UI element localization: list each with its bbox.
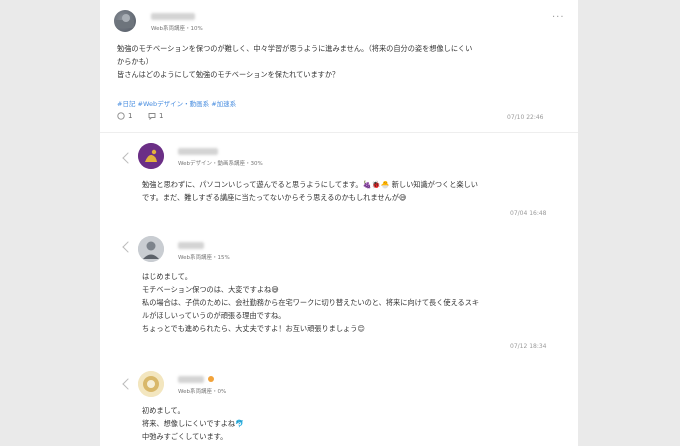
reply-3-avatar[interactable] bbox=[138, 371, 164, 397]
reply-2-collapse-icon[interactable] bbox=[122, 241, 134, 253]
reply-2-body-line-5: ちょっとでも進められたら、大丈夫ですよ！お互い頑張りましょう😊 bbox=[142, 324, 365, 333]
comment-count: 1 bbox=[159, 112, 164, 120]
post-timestamp: 07/10 22:46 bbox=[507, 114, 544, 121]
reply-1-author-course: Webデザイン・動画系講座・30% bbox=[178, 161, 263, 167]
post-body-line-2: からかも） bbox=[117, 57, 153, 66]
reply-1-body-line-1: 勉強と思わずに、パソコンいじって遊んでると思うようにしてます。🍇🐞🐣 新しい知識… bbox=[142, 180, 478, 189]
user-photo-icon bbox=[116, 14, 134, 28]
reply-1-body-line-2: です。まだ、難しすぎる講座に当たってないからそう思えるのかもしれませんが😅 bbox=[142, 193, 407, 202]
reply-3-author-course: Web系両講座・0% bbox=[178, 389, 227, 395]
food-avatar-icon bbox=[138, 371, 164, 397]
reply-1-timestamp: 07/04 16:48 bbox=[510, 210, 547, 217]
reply-3-author-name[interactable] bbox=[178, 376, 204, 383]
reply-2-body-line-2: モチベーション保つのは、大変ですよね😅 bbox=[142, 285, 279, 294]
reply-1-collapse-icon[interactable] bbox=[122, 152, 134, 164]
post-card: Web系両講座・10% ··· 勉強のモチベーションを保つのが難しく、中々学習が… bbox=[100, 0, 578, 446]
like-count: 1 bbox=[128, 112, 133, 120]
like-button[interactable]: 1 bbox=[117, 112, 132, 120]
reply-2-body-line-4: ルがほしいっていうのが頑張る理由ですね。 bbox=[142, 311, 286, 320]
comment-button[interactable]: 1 bbox=[148, 112, 163, 120]
reply-2-avatar[interactable] bbox=[138, 236, 164, 262]
reply-3-body-line-3: 中弛みすごくしています。 bbox=[142, 432, 228, 441]
page-background: Web系両講座・10% ··· 勉強のモチベーションを保つのが難しく、中々学習が… bbox=[0, 0, 680, 446]
reply-2-body-line-3: 私の場合は、子供のために、会社勤務から在宅ワークに切り替えたいのと、将来に向けて… bbox=[142, 298, 480, 307]
post-author-avatar[interactable] bbox=[114, 10, 136, 32]
post-author-course: Web系両講座・10% bbox=[151, 26, 203, 32]
status-dot-icon bbox=[208, 376, 214, 382]
reply-3-collapse-icon[interactable] bbox=[122, 378, 134, 390]
reply-3-body-line-2: 将来、想像しにくいですよね🐬 bbox=[142, 419, 245, 428]
reply-1-avatar[interactable] bbox=[138, 143, 164, 169]
reply-3-body-line-1: 初めまして。 bbox=[142, 406, 185, 415]
like-icon bbox=[117, 112, 125, 120]
cat-avatar-icon bbox=[138, 143, 164, 169]
post-body-line-3: 皆さんはどのようにして勉強のモチベーションを保たれていますか？ bbox=[117, 70, 340, 79]
post-tags[interactable]: #日記 #Webデザイン・動画系 #加速系 bbox=[117, 98, 236, 108]
post-author-name[interactable] bbox=[151, 13, 195, 20]
person-avatar-icon bbox=[138, 236, 164, 262]
more-options-icon[interactable]: ··· bbox=[552, 12, 565, 23]
reply-2-body-line-1: はじめまして。 bbox=[142, 272, 192, 281]
comment-icon bbox=[148, 113, 156, 120]
reply-2-timestamp: 07/12 18:34 bbox=[510, 343, 547, 350]
post-body-line-1: 勉強のモチベーションを保つのが難しく、中々学習が思うように進みません。（将来の自… bbox=[117, 44, 473, 53]
reply-2-author-course: Web系両講座・15% bbox=[178, 255, 230, 261]
reply-1-author-name[interactable] bbox=[178, 148, 218, 155]
post-divider bbox=[100, 132, 578, 133]
reply-2-author-name[interactable] bbox=[178, 242, 204, 249]
